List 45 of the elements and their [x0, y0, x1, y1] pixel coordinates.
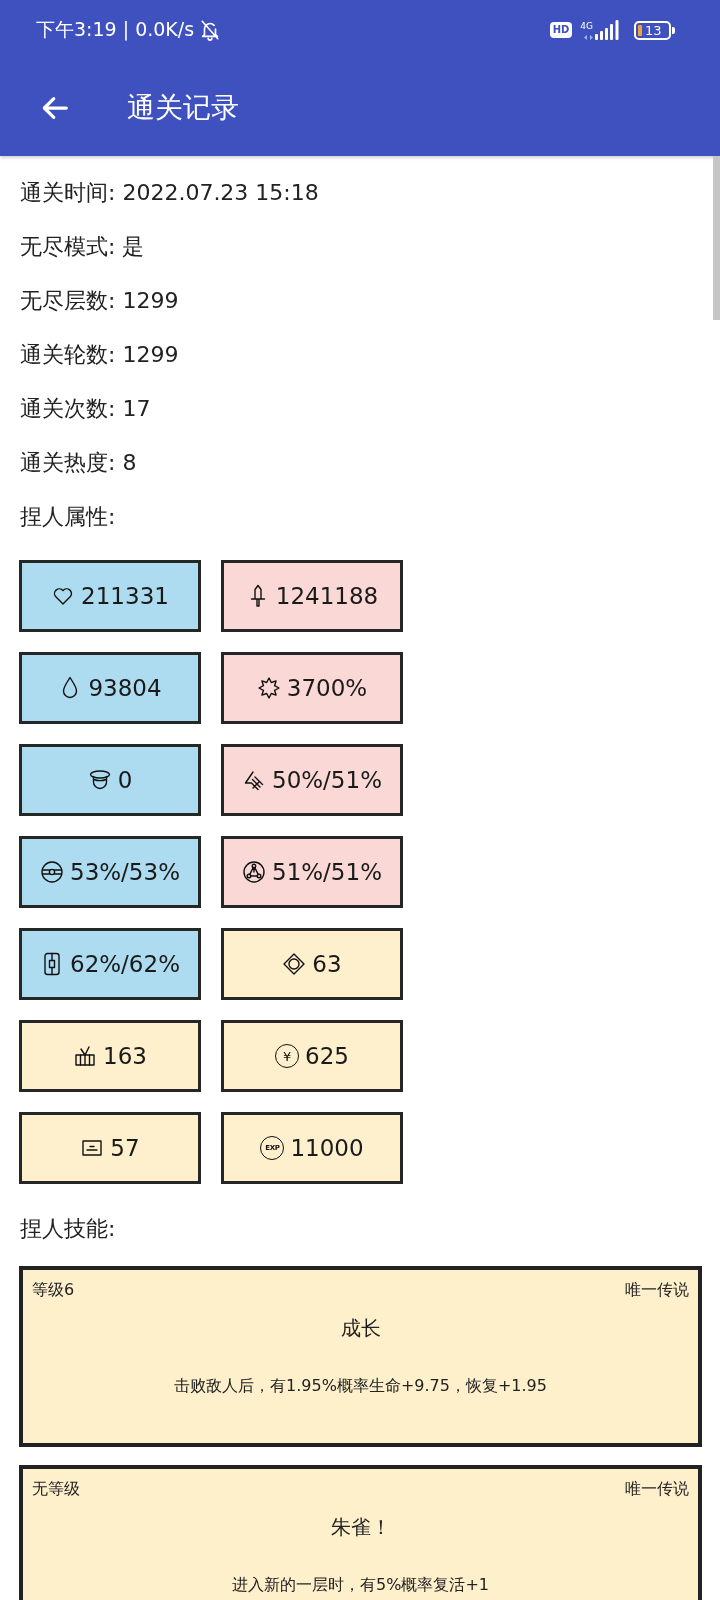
star-burst-icon: [256, 676, 281, 700]
skill-description: 击败敌人后，有1.95%概率生命+9.75，恢复+1.95: [174, 1376, 547, 1396]
battery-percent: 13: [645, 22, 662, 38]
stat-value: 63: [312, 951, 342, 977]
record-info-text: 通关轮数: 1299: [20, 341, 179, 369]
skill-level-label: 无等级: [32, 1479, 80, 1499]
stat-value: 53%/53%: [70, 859, 180, 885]
stat-value: 211331: [81, 583, 169, 609]
skill-rarity-label: 唯一传说: [625, 1280, 689, 1300]
status-time-speed: 下午3:19 | 0.0K/s: [36, 17, 195, 43]
triangle-nodes-icon: [242, 860, 266, 884]
data-arrows-icon: [584, 34, 593, 40]
striped-circle-icon: [40, 860, 64, 884]
claw-slash-icon: [242, 768, 266, 792]
skill-rarity-label: 唯一传说: [625, 1479, 689, 1499]
stat-value: 57: [110, 1135, 140, 1161]
skill-level-label: 等级6: [32, 1280, 75, 1300]
section-heading: 捏人技能:: [20, 1215, 116, 1243]
stat-value: 93804: [88, 675, 162, 701]
stat-value: 51%/51%: [272, 859, 382, 885]
page-title: 通关记录: [127, 90, 239, 126]
stat-value: 625: [305, 1043, 349, 1069]
stat-value: 11000: [290, 1135, 364, 1161]
signal-icon: [595, 20, 619, 40]
hat-icon: [87, 768, 112, 792]
stat-value: 50%/51%: [272, 767, 382, 793]
skill-name: 朱雀！: [330, 1514, 391, 1541]
bell-off-icon: [199, 19, 222, 41]
record-info-text: 通关时间: 2022.07.23 15:18: [20, 179, 319, 207]
stat-value: 3700%: [286, 675, 368, 701]
network-type-label: 4G: [580, 20, 593, 31]
skill-description: 进入新的一层时，有5%概率复活+1: [232, 1575, 489, 1595]
hd-badge: HD: [549, 22, 573, 38]
stat-value: 0: [117, 767, 133, 793]
striped-box-icon: [73, 1044, 98, 1068]
record-info-text: 通关次数: 17: [20, 395, 151, 423]
record-info-text: 通关热度: 8: [20, 449, 137, 477]
stat-value: 62%/62%: [70, 951, 180, 977]
diamond-icon: [282, 952, 307, 976]
record-info-text: 无尽层数: 1299: [20, 287, 179, 315]
skill-name: 成长: [340, 1315, 381, 1342]
record-info-text: 无尽模式: 是: [20, 233, 145, 261]
section-heading: 捏人属性:: [20, 503, 116, 531]
stat-value: 1241188: [275, 583, 379, 609]
stat-value: 163: [103, 1043, 147, 1069]
